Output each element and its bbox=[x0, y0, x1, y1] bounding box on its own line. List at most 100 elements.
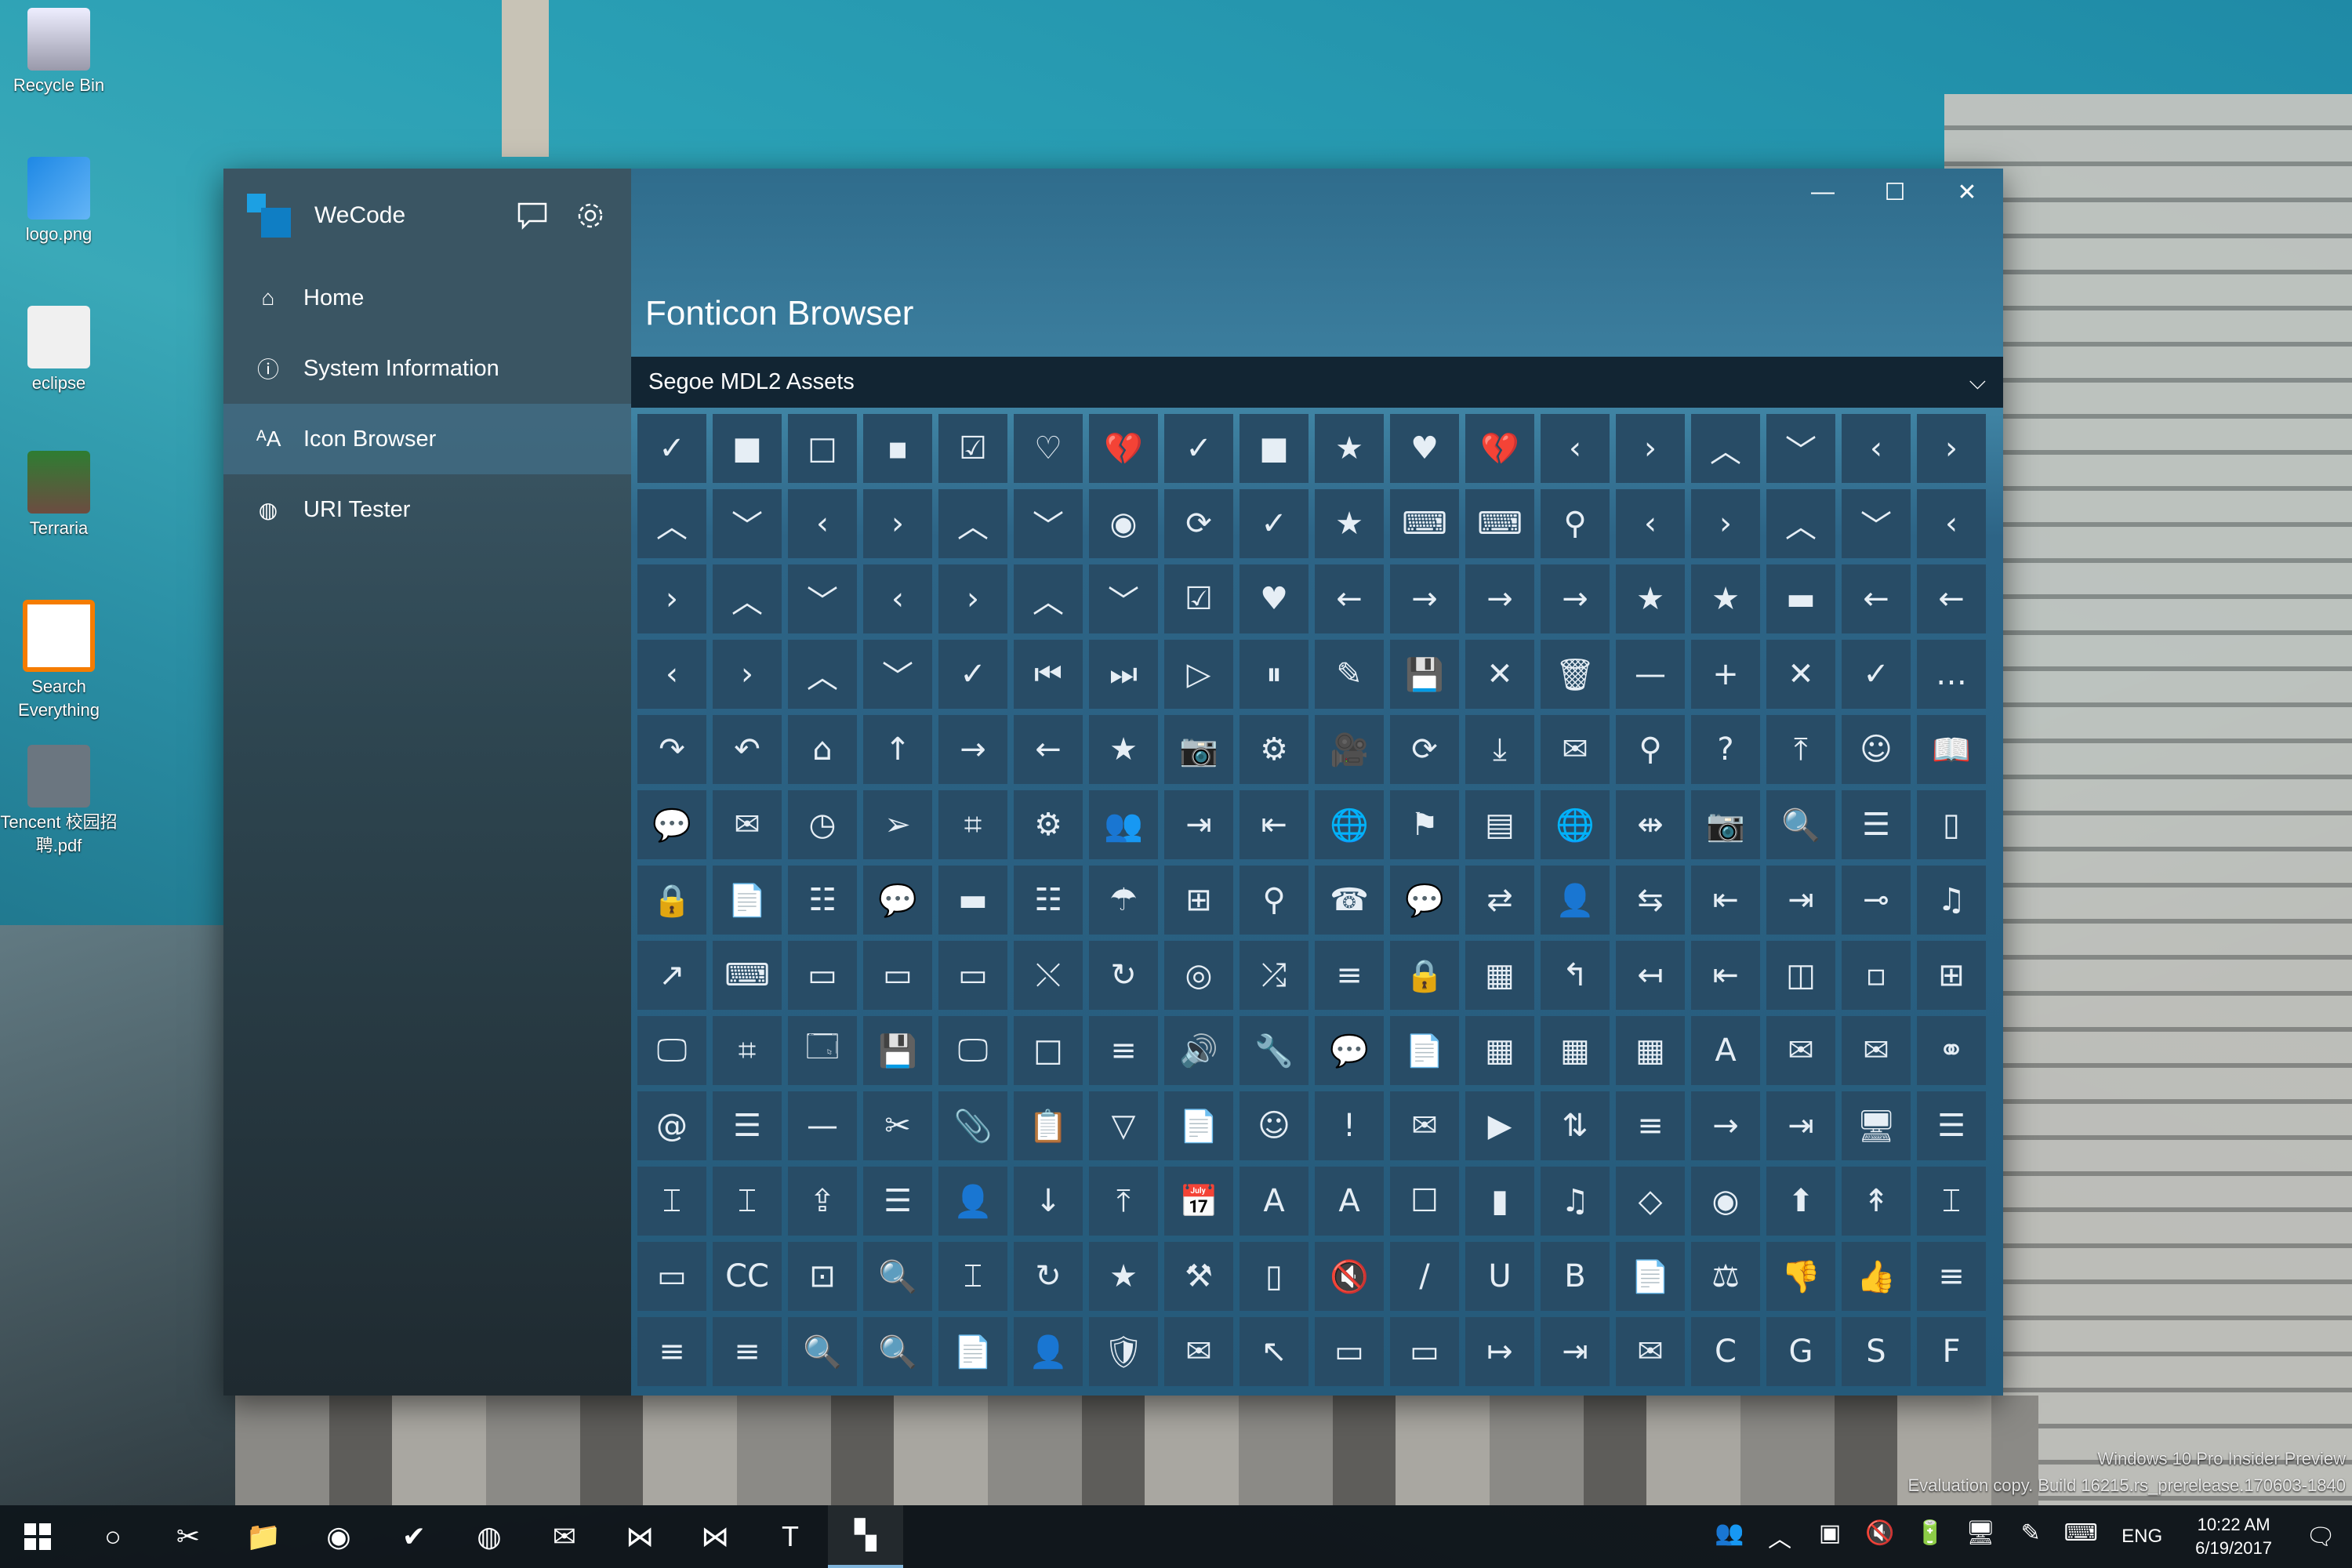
glyph-cell[interactable]: ♡ bbox=[1014, 414, 1083, 483]
glyph-cell[interactable]: 🔍 bbox=[1766, 790, 1835, 859]
glyph-cell[interactable]: ▯ bbox=[1917, 790, 1986, 859]
glyph-cell[interactable]: 💬 bbox=[637, 790, 706, 859]
glyph-cell[interactable]: ☰ bbox=[713, 1091, 782, 1160]
desktop-icon-tencent-pdf[interactable]: Tencent 校园招聘.pdf bbox=[0, 745, 118, 858]
nav-item-system-information[interactable]: ⓘ System Information bbox=[223, 333, 631, 404]
glyph-cell[interactable]: 🎥 bbox=[1315, 715, 1384, 784]
glyph-cell[interactable]: 💬 bbox=[863, 866, 932, 935]
glyph-cell[interactable]: 🖥 bbox=[1842, 1091, 1911, 1160]
glyph-cell[interactable]: ⌶ bbox=[938, 1242, 1007, 1311]
glyph-cell[interactable]: ▦ bbox=[1465, 1016, 1534, 1085]
glyph-cell[interactable]: 📄 bbox=[938, 1317, 1007, 1386]
glyph-cell[interactable]: ﹀ bbox=[863, 640, 932, 709]
glyph-cell[interactable]: 💬 bbox=[1390, 866, 1459, 935]
glyph-cell[interactable]: ﹀ bbox=[1014, 489, 1083, 558]
battery-icon[interactable]: 🔋 bbox=[1905, 1519, 1955, 1554]
glyph-cell[interactable]: 📅 bbox=[1164, 1167, 1233, 1236]
nav-item-icon-browser[interactable]: ᴬA Icon Browser bbox=[223, 404, 631, 474]
glyph-cell[interactable]: ✎ bbox=[1315, 640, 1384, 709]
glyph-cell[interactable]: › bbox=[1616, 414, 1685, 483]
display-icon[interactable]: ▣ bbox=[1805, 1519, 1855, 1554]
glyph-cell[interactable]: 👥 bbox=[1089, 790, 1158, 859]
glyph-cell[interactable]: → bbox=[1691, 1091, 1760, 1160]
glyph-cell[interactable]: 📷 bbox=[1691, 790, 1760, 859]
glyph-cell[interactable]: 🔒 bbox=[637, 866, 706, 935]
glyph-cell[interactable]: ⌂ bbox=[788, 715, 857, 784]
visual-studio-icon[interactable]: ⋈ bbox=[602, 1505, 677, 1568]
glyph-cell[interactable]: ﹀ bbox=[1089, 564, 1158, 633]
glyph-cell[interactable]: ✉ bbox=[1164, 1317, 1233, 1386]
glyph-cell[interactable]: ✂ bbox=[863, 1091, 932, 1160]
glyph-cell[interactable]: ⟳ bbox=[1390, 715, 1459, 784]
glyph-cell[interactable]: ⇄ bbox=[1465, 866, 1534, 935]
glyph-cell[interactable]: ✉ bbox=[1541, 715, 1610, 784]
glyph-cell[interactable]: 🗑 bbox=[1541, 640, 1610, 709]
glyph-cell[interactable]: ☂ bbox=[1089, 866, 1158, 935]
glyph-cell[interactable]: ↖ bbox=[1240, 1317, 1308, 1386]
glyph-cell[interactable]: 🔊 bbox=[1164, 1016, 1233, 1085]
input-language[interactable]: ENG bbox=[2106, 1526, 2178, 1548]
glyph-cell[interactable]: → bbox=[938, 715, 1007, 784]
glyph-cell[interactable]: ‹ bbox=[1917, 489, 1986, 558]
glyph-cell[interactable]: ≡ bbox=[1315, 941, 1384, 1010]
desktop-icon-recycle-bin[interactable]: Recycle Bin bbox=[0, 8, 118, 97]
glyph-cell[interactable]: ≡ bbox=[637, 1317, 706, 1386]
glyph-cell[interactable]: 🔧 bbox=[1240, 1016, 1308, 1085]
glyph-cell[interactable]: › bbox=[1691, 489, 1760, 558]
glyph-cell[interactable]: □ bbox=[788, 414, 857, 483]
glyph-cell[interactable]: 💔 bbox=[1465, 414, 1534, 483]
typora-icon[interactable]: T bbox=[753, 1505, 828, 1568]
glyph-cell[interactable]: □ bbox=[1014, 1016, 1083, 1085]
glyph-cell[interactable]: — bbox=[1616, 640, 1685, 709]
glyph-cell[interactable]: ⏭ bbox=[1089, 640, 1158, 709]
maximize-button[interactable]: ☐ bbox=[1859, 169, 1931, 216]
glyph-cell[interactable]: 📎 bbox=[938, 1091, 1007, 1160]
glyph-cell[interactable]: ⚲ bbox=[1541, 489, 1610, 558]
glyph-cell[interactable]: … bbox=[1917, 640, 1986, 709]
glyph-cell[interactable]: ▮ bbox=[1465, 1167, 1534, 1236]
glyph-cell[interactable]: 🔒 bbox=[1390, 941, 1459, 1010]
glyph-cell[interactable]: ⬆ bbox=[1766, 1167, 1835, 1236]
glyph-cell[interactable]: ▭ bbox=[863, 941, 932, 1010]
glyph-cell[interactable]: ︿ bbox=[713, 564, 782, 633]
glyph-cell[interactable]: ↗ bbox=[637, 941, 706, 1010]
glyph-cell[interactable]: ✉ bbox=[1766, 1016, 1835, 1085]
glyph-cell[interactable]: ↶ bbox=[713, 715, 782, 784]
glyph-cell[interactable]: ‹ bbox=[637, 640, 706, 709]
glyph-cell[interactable]: ≡ bbox=[1616, 1091, 1685, 1160]
glyph-cell[interactable]: ↟ bbox=[1842, 1167, 1911, 1236]
glyph-cell[interactable]: ← bbox=[1917, 564, 1986, 633]
glyph-cell[interactable]: G bbox=[1766, 1317, 1835, 1386]
glyph-cell[interactable]: 👤 bbox=[1541, 866, 1610, 935]
desktop-icon-eclipse[interactable]: eclipse bbox=[0, 306, 118, 395]
glyph-cell[interactable]: ★ bbox=[1616, 564, 1685, 633]
glyph-cell[interactable]: › bbox=[938, 564, 1007, 633]
network-icon[interactable]: 🖥 bbox=[1955, 1519, 2005, 1554]
glyph-cell[interactable]: ﹀ bbox=[713, 489, 782, 558]
glyph-cell[interactable]: 🔍 bbox=[788, 1317, 857, 1386]
glyph-cell[interactable]: ︿ bbox=[637, 489, 706, 558]
glyph-cell[interactable]: 📄 bbox=[1616, 1242, 1685, 1311]
glyph-cell[interactable]: › bbox=[863, 489, 932, 558]
glyph-cell[interactable]: ﹀ bbox=[788, 564, 857, 633]
glyph-cell[interactable]: S bbox=[1842, 1317, 1911, 1386]
glyph-cell[interactable]: ↰ bbox=[1541, 941, 1610, 1010]
glyph-cell[interactable]: ▯ bbox=[1240, 1242, 1308, 1311]
glyph-cell[interactable]: 👍 bbox=[1842, 1242, 1911, 1311]
glyph-cell[interactable]: ☐ bbox=[1390, 1167, 1459, 1236]
glyph-cell[interactable]: ≡ bbox=[1917, 1242, 1986, 1311]
chrome-icon[interactable]: ◉ bbox=[301, 1505, 376, 1568]
glyph-cell[interactable]: 🌐 bbox=[1541, 790, 1610, 859]
glyph-cell[interactable]: ▦ bbox=[1541, 1016, 1610, 1085]
glyph-cell[interactable]: ➢ bbox=[863, 790, 932, 859]
glyph-cell[interactable]: ︿ bbox=[1766, 489, 1835, 558]
glyph-cell[interactable]: ◉ bbox=[1691, 1167, 1760, 1236]
glyph-cell[interactable]: ⌶ bbox=[1917, 1167, 1986, 1236]
todo-icon[interactable]: ✔ bbox=[376, 1505, 452, 1568]
glyph-cell[interactable]: A bbox=[1240, 1167, 1308, 1236]
glyph-cell[interactable]: › bbox=[713, 640, 782, 709]
glyph-cell[interactable]: 🖵 bbox=[938, 1016, 1007, 1085]
glyph-cell[interactable]: ★ bbox=[1089, 715, 1158, 784]
glyph-cell[interactable]: ↻ bbox=[1014, 1242, 1083, 1311]
glyph-cell[interactable]: 📷 bbox=[1164, 715, 1233, 784]
